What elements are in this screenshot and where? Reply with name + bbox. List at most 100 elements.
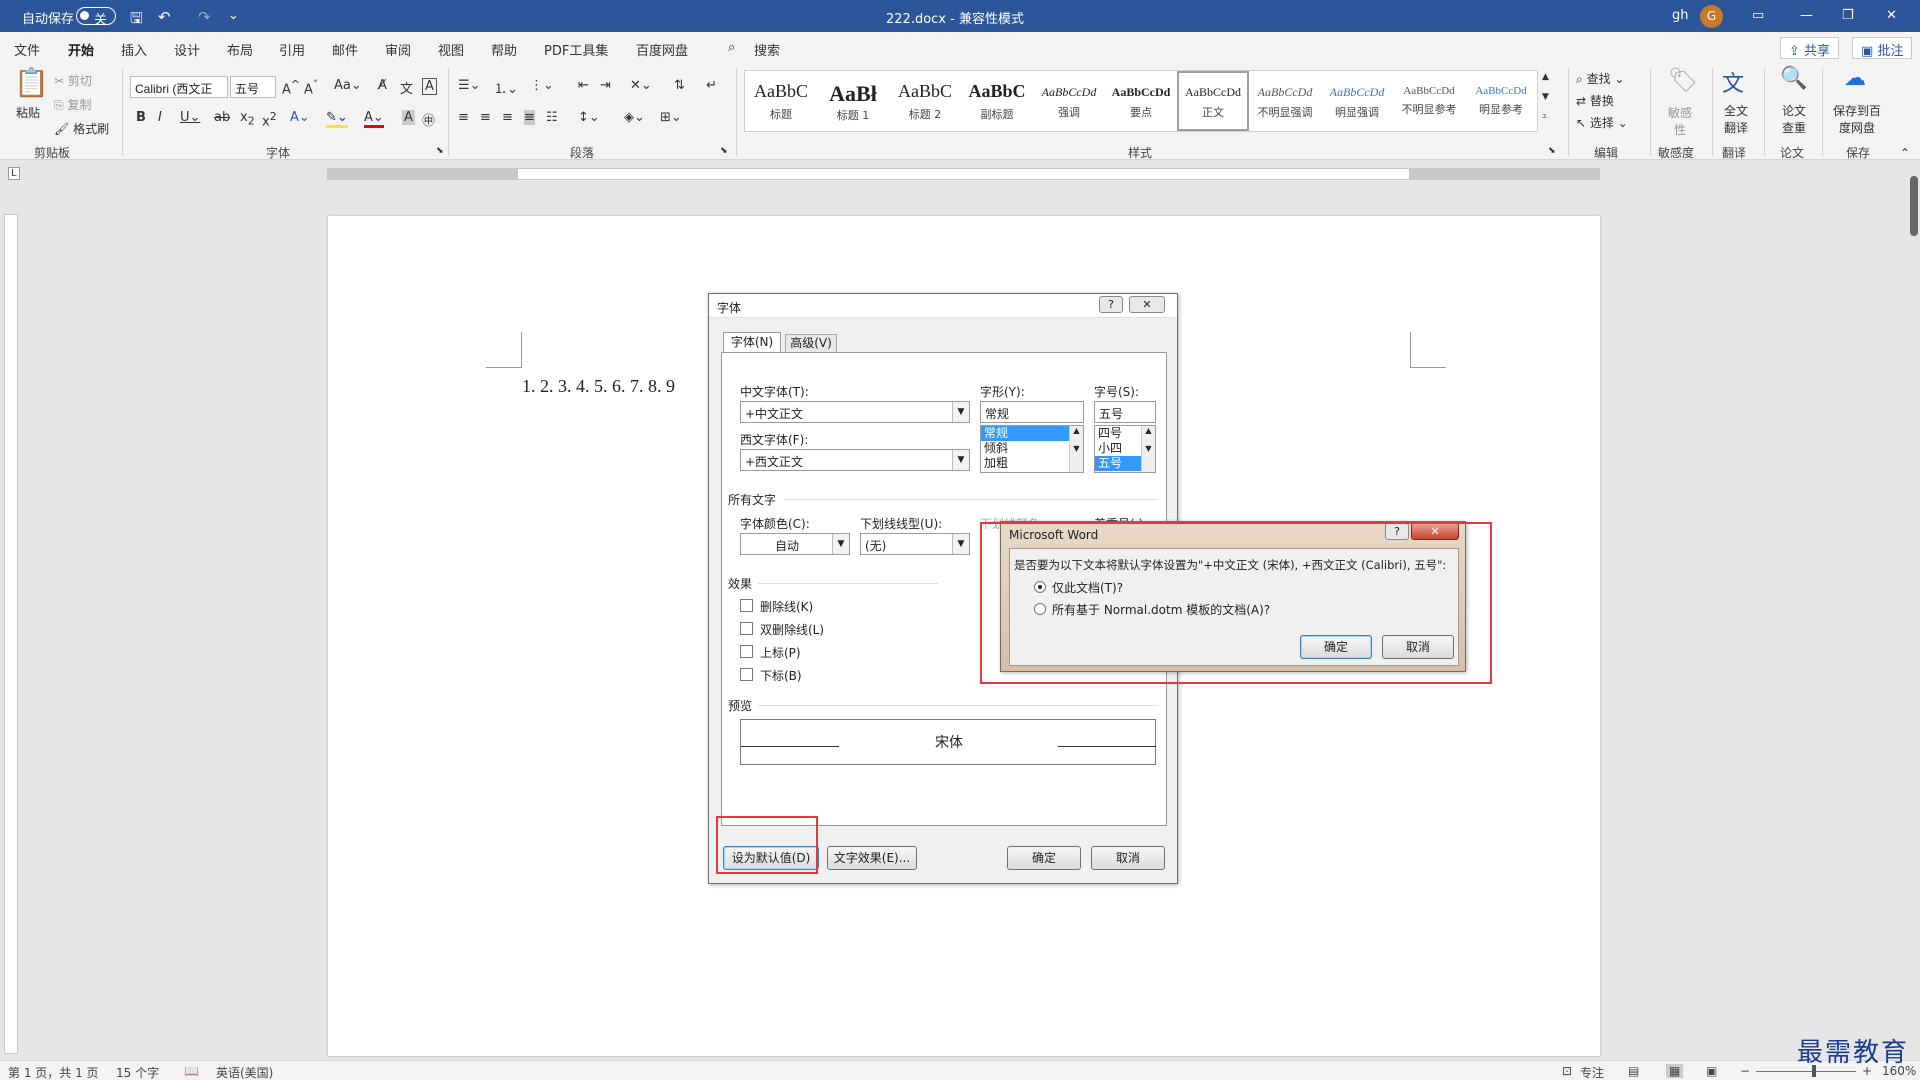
shading-icon[interactable]: ◈⌄ [624,110,645,125]
cut-button[interactable]: ✂ 剪切 [54,72,92,89]
text-effects-icon[interactable]: A⌄ [290,110,310,125]
scrollbar[interactable]: ▲ ▼ [1141,426,1155,472]
char-border-icon[interactable]: A [422,78,437,95]
font-style-list[interactable]: 常规 倾斜 加粗 ▲ ▼ [980,425,1084,473]
subscript-checkbox[interactable] [740,668,753,681]
align-right-icon[interactable]: ≡ [502,110,513,125]
font-size-list[interactable]: 四号 小四 五号 ▲ ▼ [1094,425,1156,473]
save-icon[interactable]: 🖫 [130,8,143,33]
minimize-icon[interactable]: — [1800,8,1813,23]
subscript-label[interactable]: 下标(B) [760,667,802,684]
font-color-icon[interactable]: A⌄ [364,110,384,128]
paper-check-button[interactable]: 论文查重 [1780,102,1808,136]
font-color-combo[interactable]: 自动 ▼ [740,533,850,555]
tab-layout[interactable]: 布局 [227,40,253,59]
font-cancel-button[interactable]: 取消 [1091,846,1165,870]
sensitivity-icon[interactable]: 🏷 [1668,66,1698,94]
paper-check-icon[interactable]: 🔍 [1780,66,1807,91]
tab-home[interactable]: 开始 [68,40,95,65]
font-style-input[interactable]: 常规 [980,401,1084,423]
sort-icon[interactable]: ⇅ [674,78,685,93]
web-layout-icon[interactable]: ▣ [1706,1064,1717,1078]
read-mode-icon[interactable]: ▤ [1628,1064,1639,1078]
search-icon[interactable]: ⌕ [728,40,735,55]
show-marks-icon[interactable]: ↵ [706,78,717,93]
subscript-icon[interactable]: x2 [240,110,255,128]
font-size-combo[interactable]: 五号 [230,76,276,98]
list-item[interactable]: 加粗 [981,456,1083,471]
strikethrough-label[interactable]: 删除线(K) [760,598,813,615]
replace-button[interactable]: ⇄ 替换 [1576,92,1614,109]
styles-scroll-up-icon[interactable]: ▲ [1542,72,1549,82]
language-indicator[interactable]: 英语(美国) [216,1064,273,1080]
decrease-indent-icon[interactable]: ⇤ [578,78,589,93]
asian-layout-icon[interactable]: ✕⌄ [630,78,652,93]
justify-icon[interactable]: ≡ [524,110,535,125]
tab-design[interactable]: 设计 [174,40,200,59]
page-count[interactable]: 第 1 页，共 1 页 [8,1064,99,1080]
comments-button[interactable]: ▣ 批注 [1852,37,1913,59]
horizontal-ruler[interactable]: L [0,161,1920,187]
align-left-icon[interactable]: ≡ [458,110,469,125]
style-subtitle[interactable]: AaBbC 副标题 [961,71,1033,131]
tab-help[interactable]: 帮助 [491,40,517,59]
bullets-icon[interactable]: ☰⌄ [458,78,481,93]
help-icon[interactable]: ? [1099,296,1123,313]
paste-label[interactable]: 粘贴 [16,104,40,121]
zoom-slider[interactable] [1756,1071,1856,1072]
redo-icon[interactable]: ↷ [198,8,211,26]
autosave-toggle[interactable]: 关 [76,7,116,28]
zoom-out-icon[interactable]: − [1740,1064,1750,1078]
underline-icon[interactable]: U⌄ [180,110,200,125]
sensitivity-button[interactable]: 敏感性 [1666,104,1694,138]
italic-icon[interactable]: I [158,110,162,125]
multilevel-list-icon[interactable]: ⋮⌄ [530,78,554,93]
tab-font[interactable]: 字体(N) [723,332,781,352]
text-effects-button[interactable]: 文字效果(E)... [827,846,917,870]
tab-insert[interactable]: 插入 [121,40,147,59]
vertical-ruler[interactable] [4,214,18,1054]
tab-advanced[interactable]: 高级(V) [785,334,837,352]
style-subtle-reference[interactable]: AaBbCcDd 不明显参考 [1393,71,1465,131]
west-font-combo[interactable]: +西文正文 ▼ [740,449,970,471]
bold-icon[interactable]: B [136,110,146,125]
shrink-font-icon[interactable]: A˅ [304,78,318,97]
tab-pdf-tools[interactable]: PDF工具集 [544,40,608,59]
dropdown-arrow-icon[interactable]: ▼ [952,402,969,422]
grow-font-icon[interactable]: A^ [282,78,300,97]
ribbon-display-icon[interactable]: ▭ [1752,8,1764,23]
list-item[interactable]: 常规 [981,426,1083,441]
dropdown-arrow-icon[interactable]: ▼ [832,534,849,554]
align-center-icon[interactable]: ≡ [480,110,491,125]
paragraph-dialog-launcher-icon[interactable]: ⬊ [720,146,728,156]
superscript-label[interactable]: 上标(P) [760,644,801,661]
char-shading-icon[interactable]: A [402,110,415,125]
tab-references[interactable]: 引用 [279,40,305,59]
font-name-combo[interactable]: Calibri (西文正 [130,76,228,98]
font-size-input[interactable]: 五号 [1094,401,1156,423]
select-button[interactable]: ↖ 选择 ⌄ [1576,114,1628,131]
borders-icon[interactable]: ⊞⌄ [660,110,682,125]
style-heading2[interactable]: AaBbC 标题 2 [889,71,961,131]
tab-file[interactable]: 文件 [14,40,40,59]
change-case-icon[interactable]: Aa⌄ [334,78,362,93]
tab-selector-icon[interactable]: L [8,167,20,180]
avatar[interactable]: G [1700,5,1723,28]
format-painter-button[interactable]: 🖌 格式刷 [54,120,109,137]
underline-style-combo[interactable]: (无) ▼ [860,533,970,555]
styles-more-icon[interactable]: ⩡ [1542,112,1547,122]
paste-icon[interactable]: 📋 [14,66,49,99]
proofing-icon[interactable]: 📖 [184,1064,199,1078]
double-strike-checkbox[interactable] [740,622,753,635]
word-count[interactable]: 15 个字 [116,1064,159,1080]
undo-icon[interactable]: ↶ [158,8,171,26]
search-label[interactable]: 搜索 [754,40,780,59]
styles-dialog-launcher-icon[interactable]: ⬊ [1548,146,1556,156]
style-subtle-emphasis[interactable]: AaBbCcDd 不明显强调 [1249,71,1321,131]
tab-review[interactable]: 审阅 [385,40,411,59]
increase-indent-icon[interactable]: ⇥ [600,78,611,93]
style-intense-emphasis[interactable]: AaBbCcDd 明显强调 [1321,71,1393,131]
scrollbar[interactable]: ▲ ▼ [1069,426,1083,472]
cn-font-combo[interactable]: +中文正文 ▼ [740,401,970,423]
copy-button[interactable]: ⎘ 复制 [54,96,91,113]
